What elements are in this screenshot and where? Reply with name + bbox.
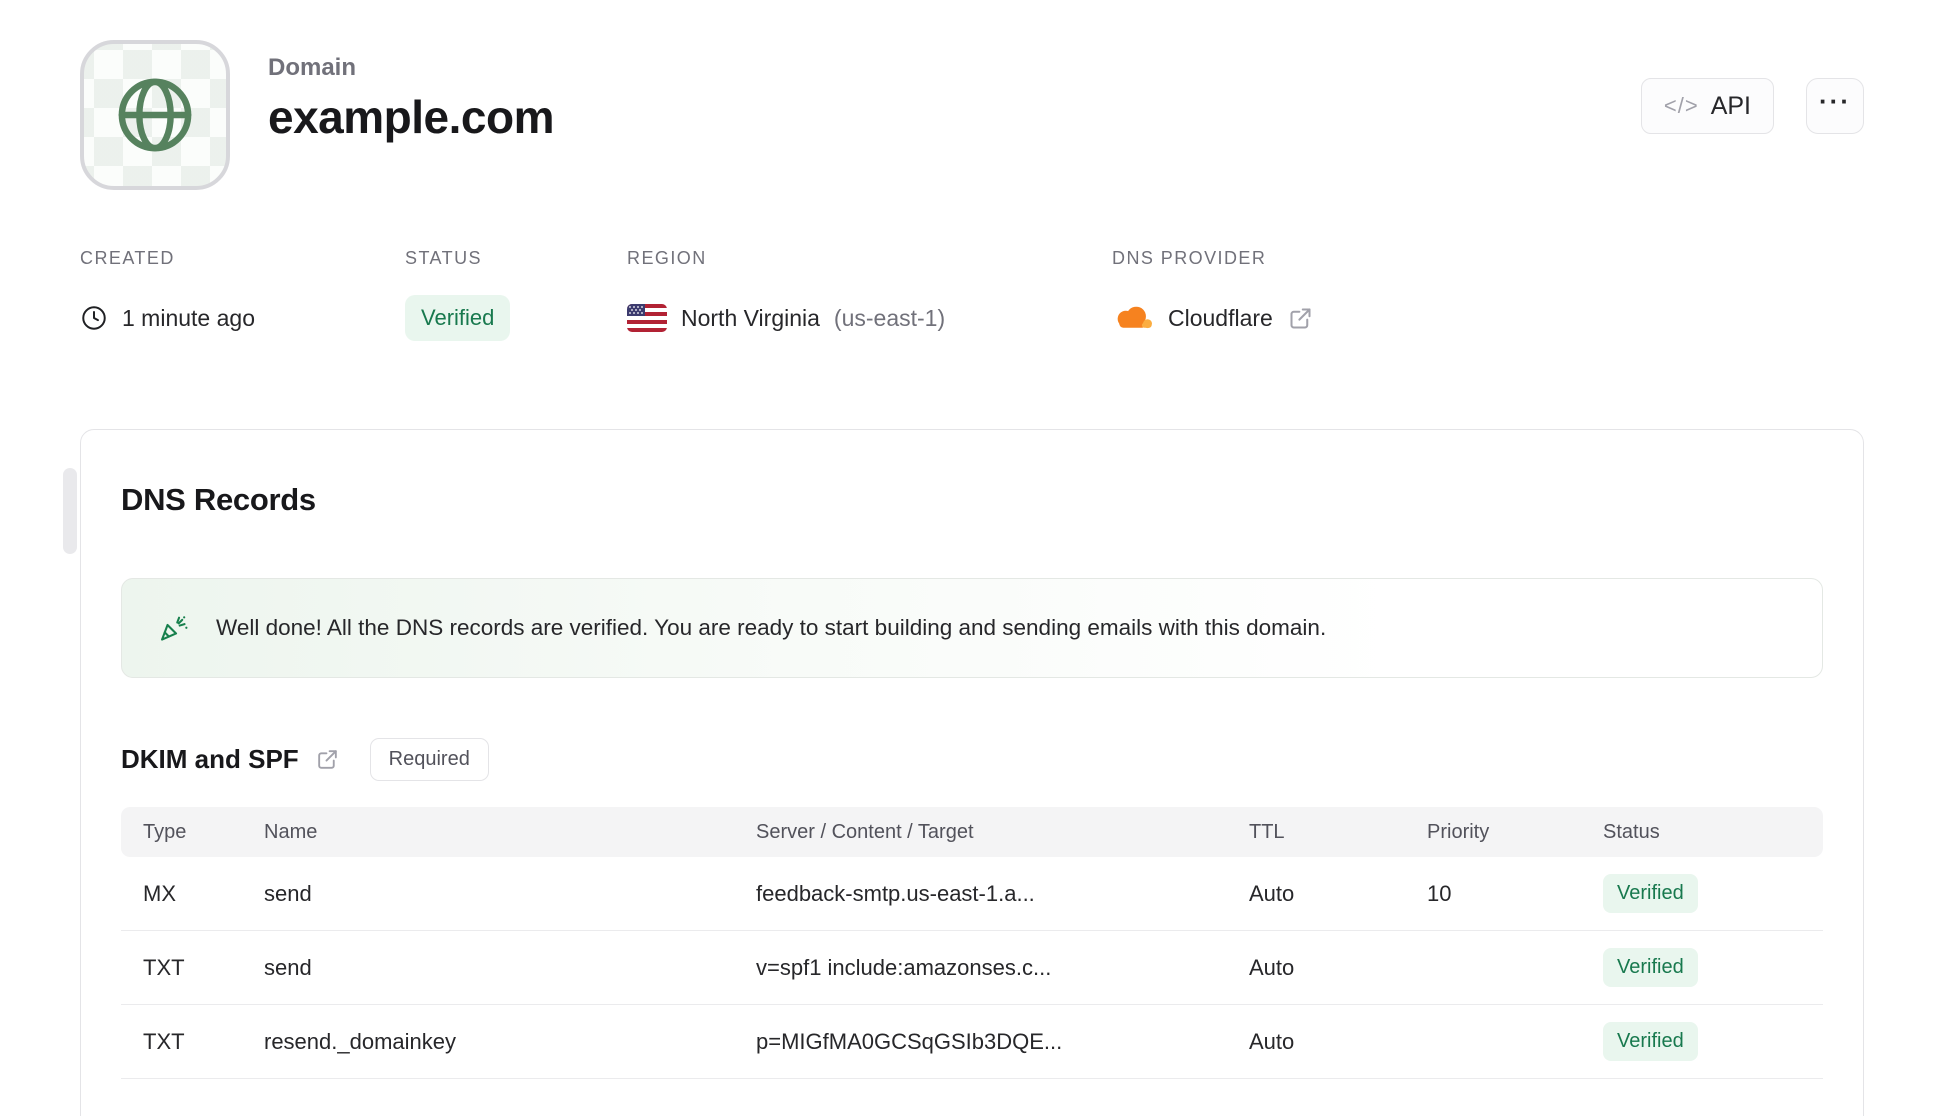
more-button[interactable]: ··· xyxy=(1806,78,1864,134)
meta-status: STATUS Verified xyxy=(405,248,627,343)
record-status: Verified xyxy=(1603,874,1823,913)
alert-text: Well done! All the DNS records are verif… xyxy=(216,615,1327,640)
page-header: Domain example.com </> API ··· xyxy=(80,40,1864,190)
column-header-name: Name xyxy=(264,820,318,843)
header-text: Domain example.com xyxy=(268,40,554,144)
record-type: TXT xyxy=(143,954,185,980)
record-status: Verified xyxy=(1603,948,1823,987)
dkim-spf-title: DKIM and SPF xyxy=(121,744,299,774)
record-priority: 10 xyxy=(1427,880,1452,906)
record-name: send xyxy=(264,880,312,906)
header-actions: </> API ··· xyxy=(1640,78,1864,134)
dns-records-table: Type Name Server / Content / Target TTL … xyxy=(121,807,1823,1079)
record-status-badge: Verified xyxy=(1603,874,1698,913)
domain-meta-row: CREATED 1 minute ago STATUS Verified REG… xyxy=(80,248,1864,343)
record-content: v=spf1 include:amazonses.c... xyxy=(756,954,1052,980)
cloudflare-icon xyxy=(1112,304,1154,332)
table-row: TXT resend._domainkey p=MIGfMA0GCSqGSIb3… xyxy=(121,1005,1823,1079)
record-name: send xyxy=(264,954,312,980)
region-label: REGION xyxy=(627,248,707,268)
record-type: MX xyxy=(143,880,176,906)
record-name: resend._domainkey xyxy=(264,1028,457,1054)
table-header-row: Type Name Server / Content / Target TTL … xyxy=(121,807,1823,857)
ellipsis-icon: ··· xyxy=(1819,85,1851,116)
meta-created: CREATED 1 minute ago xyxy=(80,248,405,343)
us-flag-icon xyxy=(627,304,667,332)
record-type: TXT xyxy=(143,1028,185,1054)
record-ttl: Auto xyxy=(1249,880,1295,906)
meta-region: REGION North Virginia (us-east-1) xyxy=(627,248,1112,343)
record-status-badge: Verified xyxy=(1603,948,1698,987)
record-ttl: Auto xyxy=(1249,1028,1295,1054)
dns-provider-value: Cloudflare xyxy=(1168,304,1273,331)
dkim-spf-external-link-icon[interactable] xyxy=(315,747,340,772)
meta-dns-provider: DNS PROVIDER Cloudflare xyxy=(1112,248,1314,343)
code-icon: </> xyxy=(1663,93,1699,118)
record-ttl: Auto xyxy=(1249,954,1295,980)
record-content: p=MIGfMA0GCSqGSIb3DQE... xyxy=(756,1028,1063,1054)
created-value: 1 minute ago xyxy=(122,304,255,331)
created-label: CREATED xyxy=(80,248,175,268)
party-popper-icon xyxy=(156,611,190,645)
page-kicker: Domain xyxy=(268,54,357,81)
domain-avatar xyxy=(80,40,230,190)
section-scroll-indicator xyxy=(63,468,77,554)
column-header-priority: Priority xyxy=(1427,820,1490,843)
table-row: TXT send v=spf1 include:amazonses.c... A… xyxy=(121,931,1823,1005)
api-button-label: API xyxy=(1710,91,1751,120)
clock-icon xyxy=(80,304,108,332)
api-button[interactable]: </> API xyxy=(1640,78,1774,134)
record-content: feedback-smtp.us-east-1.a... xyxy=(756,880,1035,906)
globe-icon xyxy=(109,69,201,161)
dns-records-title: DNS Records xyxy=(121,482,316,517)
region-code: (us-east-1) xyxy=(833,304,946,331)
region-value: North Virginia xyxy=(681,304,820,331)
column-header-content: Server / Content / Target xyxy=(756,820,974,843)
record-status-badge: Verified xyxy=(1603,1022,1698,1061)
required-badge: Required xyxy=(369,738,489,781)
status-badge: Verified xyxy=(405,295,511,341)
record-status: Verified xyxy=(1603,1022,1823,1061)
dns-records-card: DNS Records Well done! All the DNS recor… xyxy=(63,429,1864,1116)
column-header-status: Status xyxy=(1603,820,1660,843)
table-row: MX send feedback-smtp.us-east-1.a... Aut… xyxy=(121,857,1823,931)
status-label: STATUS xyxy=(405,248,482,268)
page-title: example.com xyxy=(268,91,554,143)
verification-success-alert: Well done! All the DNS records are verif… xyxy=(121,578,1823,678)
column-header-ttl: TTL xyxy=(1249,820,1285,843)
dns-provider-label: DNS PROVIDER xyxy=(1112,248,1267,268)
domain-detail-page: Domain example.com </> API ··· CREATED 1… xyxy=(0,0,1944,1116)
column-header-type: Type xyxy=(143,820,187,843)
dkim-spf-header: DKIM and SPF Required xyxy=(121,738,1823,781)
dns-provider-external-link-icon[interactable] xyxy=(1287,305,1314,332)
